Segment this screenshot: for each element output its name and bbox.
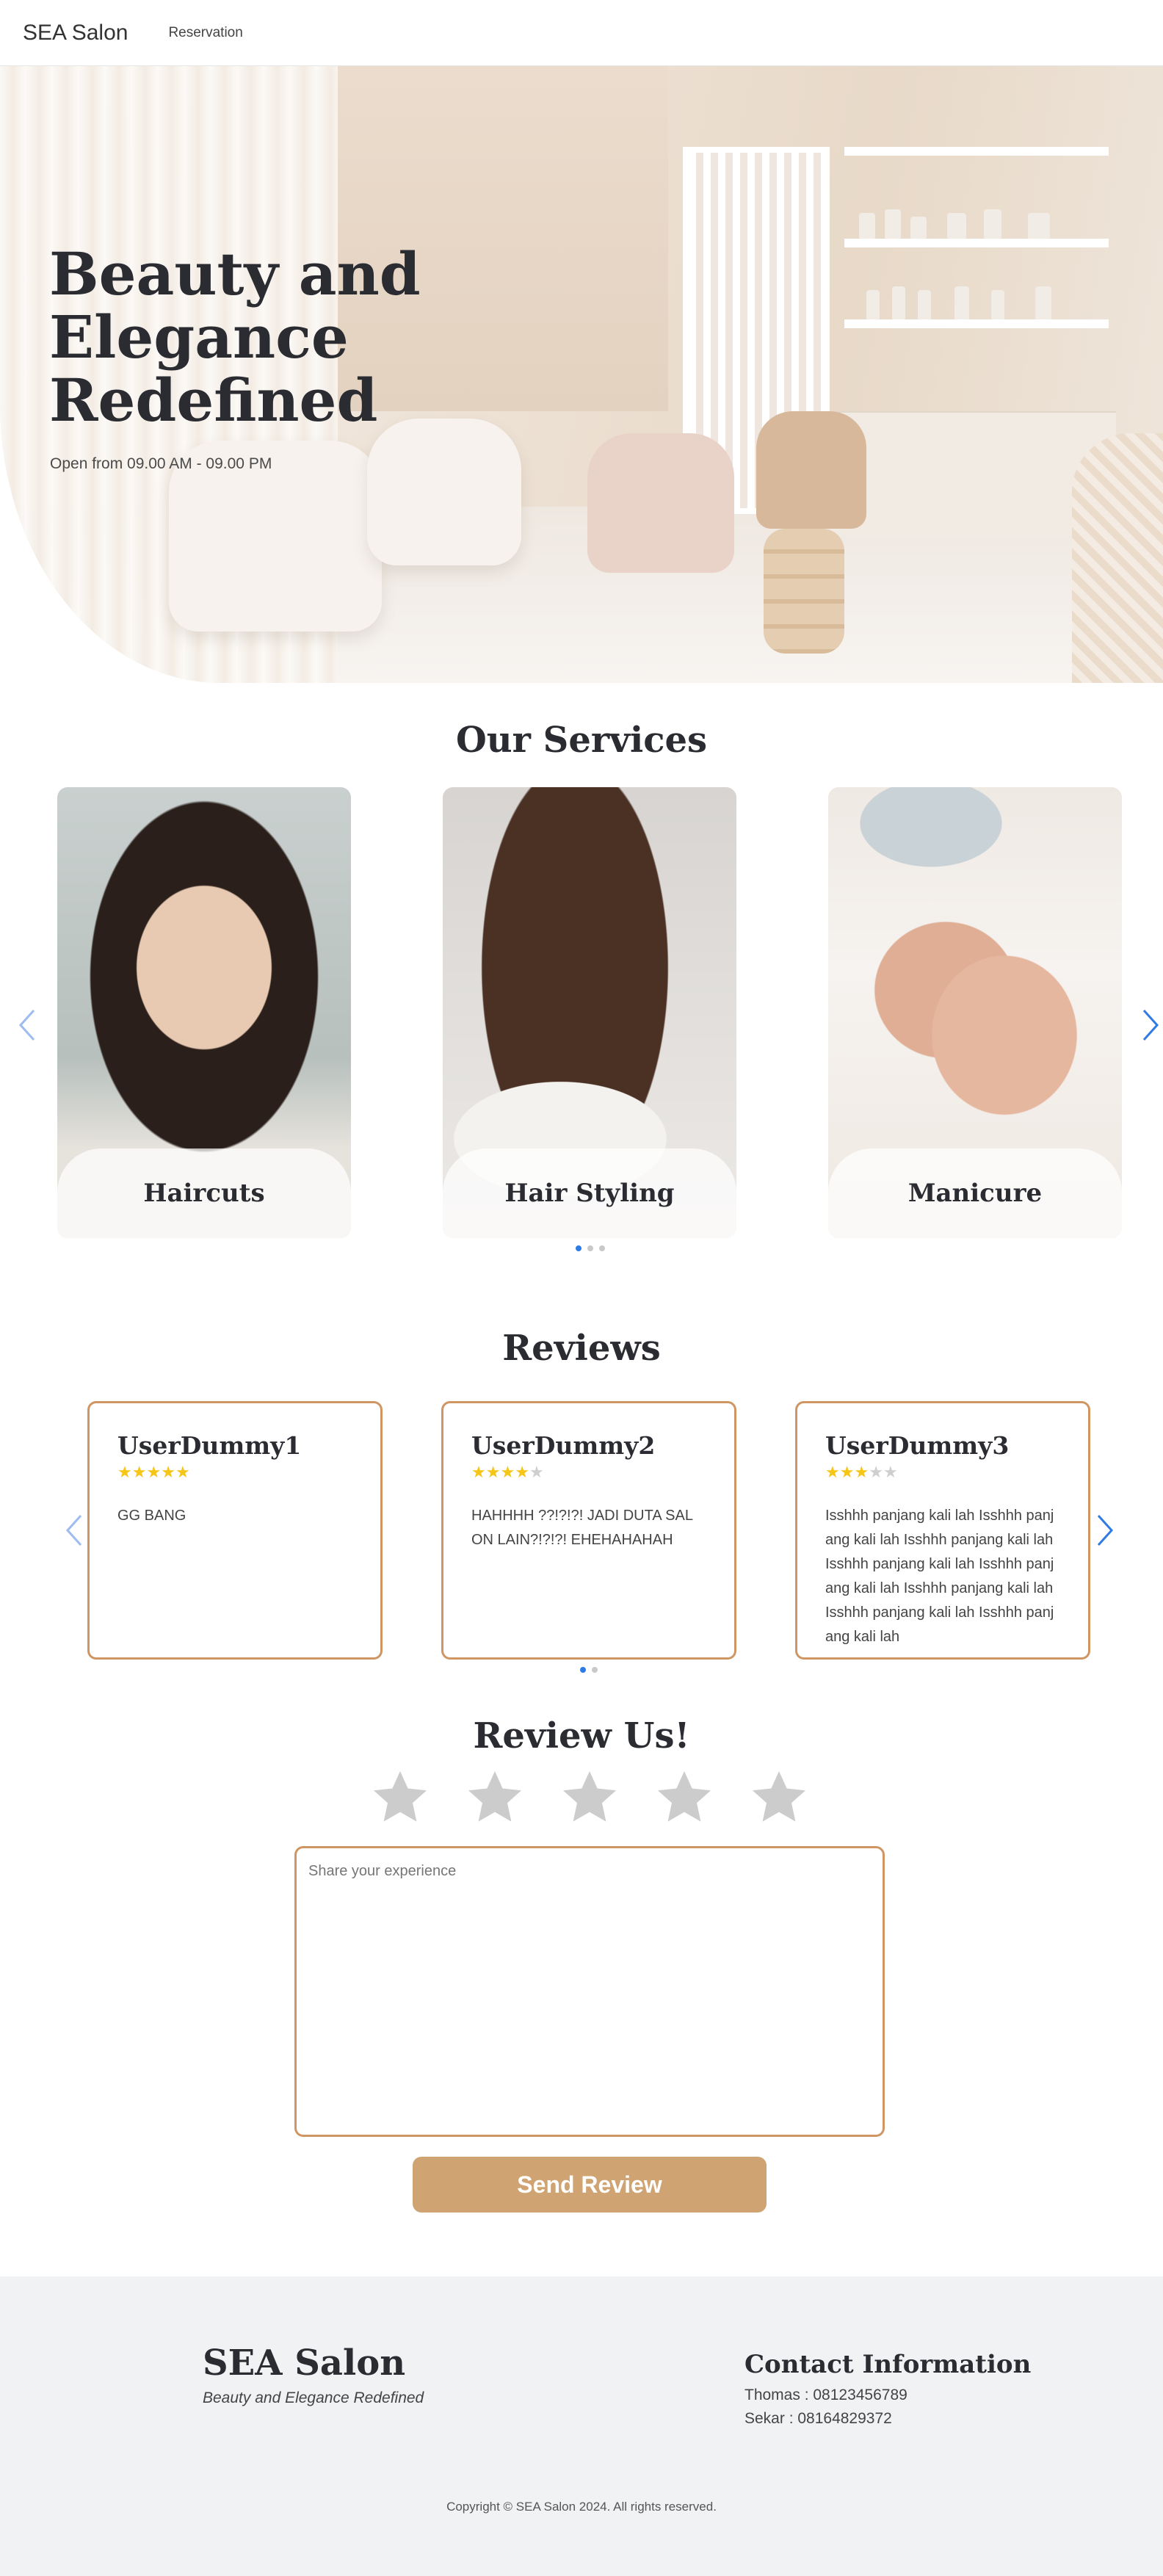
hero-image-shelf — [844, 319, 1109, 328]
copyright: Copyright © SEA Salon 2024. All rights r… — [446, 2500, 717, 2514]
review-username: UserDummy3 — [825, 1431, 1010, 1460]
service-label-panel: Hair Styling — [443, 1148, 736, 1238]
hero-image-desk — [1072, 433, 1163, 683]
review-text: HAHHHH ??!?!?! JADI DUTA SAL ON LAIN?!?!… — [471, 1508, 693, 1548]
reviews-next-arrow-icon[interactable] — [1090, 1508, 1119, 1552]
review-card: UserDummy3 ★★★★★ Isshhh panjang kali lah… — [795, 1401, 1090, 1660]
hero-image-chair — [587, 433, 734, 573]
star-filled-icon: ★ — [131, 1463, 147, 1481]
service-card-haircuts[interactable]: Haircuts — [57, 787, 351, 1238]
service-label: Manicure — [907, 1179, 1043, 1208]
star-empty-icon: ★ — [883, 1463, 898, 1481]
hero-image-bottle — [892, 286, 905, 319]
review-textarea[interactable] — [294, 1846, 885, 2137]
star-filled-icon: ★ — [117, 1463, 132, 1481]
contact-title: Contact Information — [744, 2350, 1032, 2379]
hero-image-bottle — [984, 209, 1001, 239]
star-filled-icon: ★ — [500, 1463, 515, 1481]
review-text: Isshhh panjang kali lah Isshhh panjang k… — [825, 1508, 1054, 1645]
star-filled-icon: ★ — [471, 1463, 486, 1481]
hero-image-shelf — [844, 239, 1109, 247]
service-label: Haircuts — [143, 1179, 265, 1208]
star-filled-icon: ★ — [854, 1463, 869, 1481]
pagination-dot[interactable] — [592, 1667, 598, 1673]
contact-entry: Thomas : 08123456789 — [744, 2387, 907, 2403]
hero-image-bottle — [991, 290, 1004, 319]
star-filled-icon: ★ — [825, 1463, 840, 1481]
service-label-panel: Manicure — [828, 1148, 1122, 1238]
service-card-hair-styling[interactable]: Hair Styling — [443, 787, 736, 1238]
star-filled-icon: ★ — [175, 1463, 190, 1481]
hero-subtitle: Open from 09.00 AM - 09.00 PM — [50, 455, 272, 472]
hero-image-bottle — [1035, 286, 1051, 319]
review-rating: ★★★★★ — [825, 1464, 1060, 1480]
reviews-prev-arrow-icon[interactable] — [60, 1508, 90, 1552]
hero-image-bottle — [947, 213, 966, 239]
star-filled-icon: ★ — [146, 1463, 162, 1481]
top-navbar: SEA Salon Reservation — [0, 0, 1163, 66]
star-empty-icon: ★ — [529, 1463, 544, 1481]
rating-star-icon[interactable] — [750, 1768, 808, 1827]
star-filled-icon: ★ — [161, 1463, 175, 1481]
star-filled-icon: ★ — [485, 1463, 501, 1481]
rating-star-icon[interactable] — [560, 1768, 619, 1827]
review-username: UserDummy1 — [117, 1431, 302, 1460]
review-rating: ★★★★★ — [117, 1464, 352, 1480]
nav-brand[interactable]: SEA Salon — [23, 21, 128, 46]
footer-brand: SEA Salon — [203, 2342, 406, 2384]
reviews-title: Reviews — [502, 1328, 661, 1369]
review-card: UserDummy2 ★★★★★ HAHHHH ??!?!?! JADI DUT… — [441, 1401, 736, 1660]
hero-image-bottle — [866, 290, 880, 319]
pagination-dot[interactable] — [576, 1245, 582, 1251]
pagination-dot[interactable] — [587, 1245, 593, 1251]
hero-image-bottle — [918, 290, 931, 319]
hero-image-bottle — [885, 209, 901, 239]
pagination-dot[interactable] — [580, 1667, 586, 1673]
rating-star-icon[interactable] — [655, 1768, 714, 1827]
hero-image-bottle — [1028, 213, 1050, 239]
footer: SEA Salon Beauty and Elegance Redefined … — [0, 2276, 1163, 2576]
hero-image-armchair — [367, 419, 521, 565]
hero-image-bottle — [954, 286, 969, 319]
services-pagination — [576, 1245, 605, 1251]
review-rating: ★★★★★ — [471, 1464, 706, 1480]
hero-image-bottle — [910, 217, 927, 239]
contact-entry: Sekar : 08164829372 — [744, 2410, 892, 2427]
nav-link-reservation[interactable]: Reservation — [168, 25, 242, 41]
rating-star-icon[interactable] — [465, 1768, 524, 1827]
service-card-manicure[interactable]: Manicure — [828, 787, 1122, 1238]
review-card: UserDummy1 ★★★★★ GG BANG — [87, 1401, 383, 1660]
services-title: Our Services — [455, 720, 708, 761]
review-username: UserDummy2 — [471, 1431, 656, 1460]
service-label-panel: Haircuts — [57, 1148, 351, 1238]
hero-image-shelf — [844, 147, 1109, 156]
footer-tagline: Beauty and Elegance Redefined — [203, 2389, 424, 2406]
reviews-pagination — [580, 1667, 598, 1673]
send-review-button[interactable]: Send Review — [413, 2157, 767, 2213]
hero-image-stool — [764, 529, 844, 654]
star-filled-icon: ★ — [839, 1463, 855, 1481]
hero-image-chair — [756, 411, 866, 529]
services-next-arrow-icon[interactable] — [1135, 1003, 1163, 1047]
review-form-title: Review Us! — [473, 1715, 690, 1756]
services-prev-arrow-icon[interactable] — [13, 1003, 43, 1047]
rating-star-icon[interactable] — [371, 1768, 430, 1827]
hero-banner: Beauty and Elegance Redefined Open from … — [0, 66, 1163, 683]
review-text: GG BANG — [117, 1508, 186, 1524]
service-label: Hair Styling — [504, 1179, 675, 1208]
star-filled-icon: ★ — [515, 1463, 529, 1481]
pagination-dot[interactable] — [599, 1245, 605, 1251]
hero-title: Beauty and Elegance Redefined — [49, 239, 421, 435]
hero-image-bottle — [859, 213, 875, 239]
star-empty-icon: ★ — [869, 1463, 883, 1481]
